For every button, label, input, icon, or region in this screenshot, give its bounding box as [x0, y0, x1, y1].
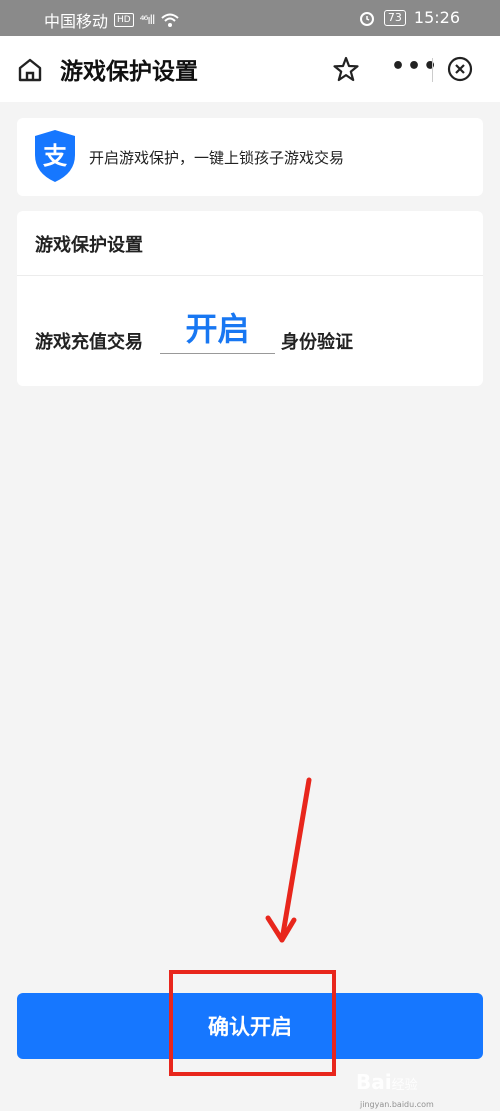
card-divider [17, 275, 483, 276]
page-title: 游戏保护设置 [60, 59, 198, 85]
settings-card: 游戏保护设置 游戏充值交易 开启 身份验证 [17, 211, 483, 386]
wifi-icon [161, 13, 180, 27]
banner-text: 开启游戏保护，一键上锁孩子游戏交易 [89, 149, 345, 167]
watermark-brand: Bai [356, 1070, 392, 1094]
battery-icon: 73 [383, 9, 406, 26]
card-heading: 游戏保护设置 [35, 235, 143, 256]
star-icon[interactable] [332, 55, 360, 83]
watermark: Bai经验 jingyan.baidu.com [356, 1070, 496, 1109]
status-bar: 中国移动 HD ⁴⁶ıll 73 15:26 [0, 0, 500, 36]
row-suffix: 身份验证 [281, 332, 353, 353]
watermark-brand2: 经验 [391, 1078, 418, 1093]
watermark-url: jingyan.baidu.com [360, 1100, 434, 1109]
alarm-icon [359, 11, 374, 26]
home-icon[interactable] [16, 56, 44, 84]
blank-value: 开启 [185, 310, 250, 348]
promo-banner: 支 开启游戏保护，一键上锁孩子游戏交易 [17, 118, 483, 196]
nav-bar: 游戏保护设置 ••• [0, 36, 500, 102]
confirm-enable-button[interactable]: 确认开启 [17, 993, 483, 1059]
close-icon[interactable] [447, 56, 473, 82]
logo-char: 支 [43, 142, 68, 170]
carrier-name: 中国移动 [44, 12, 109, 31]
hd-icon: HD [114, 13, 134, 27]
alipay-shield-icon: 支 [35, 130, 75, 182]
row-label: 游戏充值交易 [35, 332, 143, 353]
signal-icon: ⁴⁶ıll [139, 13, 156, 27]
status-time: 15:26 [413, 8, 460, 27]
nav-separator [432, 58, 433, 82]
fill-blank[interactable]: 开启 [160, 307, 275, 354]
